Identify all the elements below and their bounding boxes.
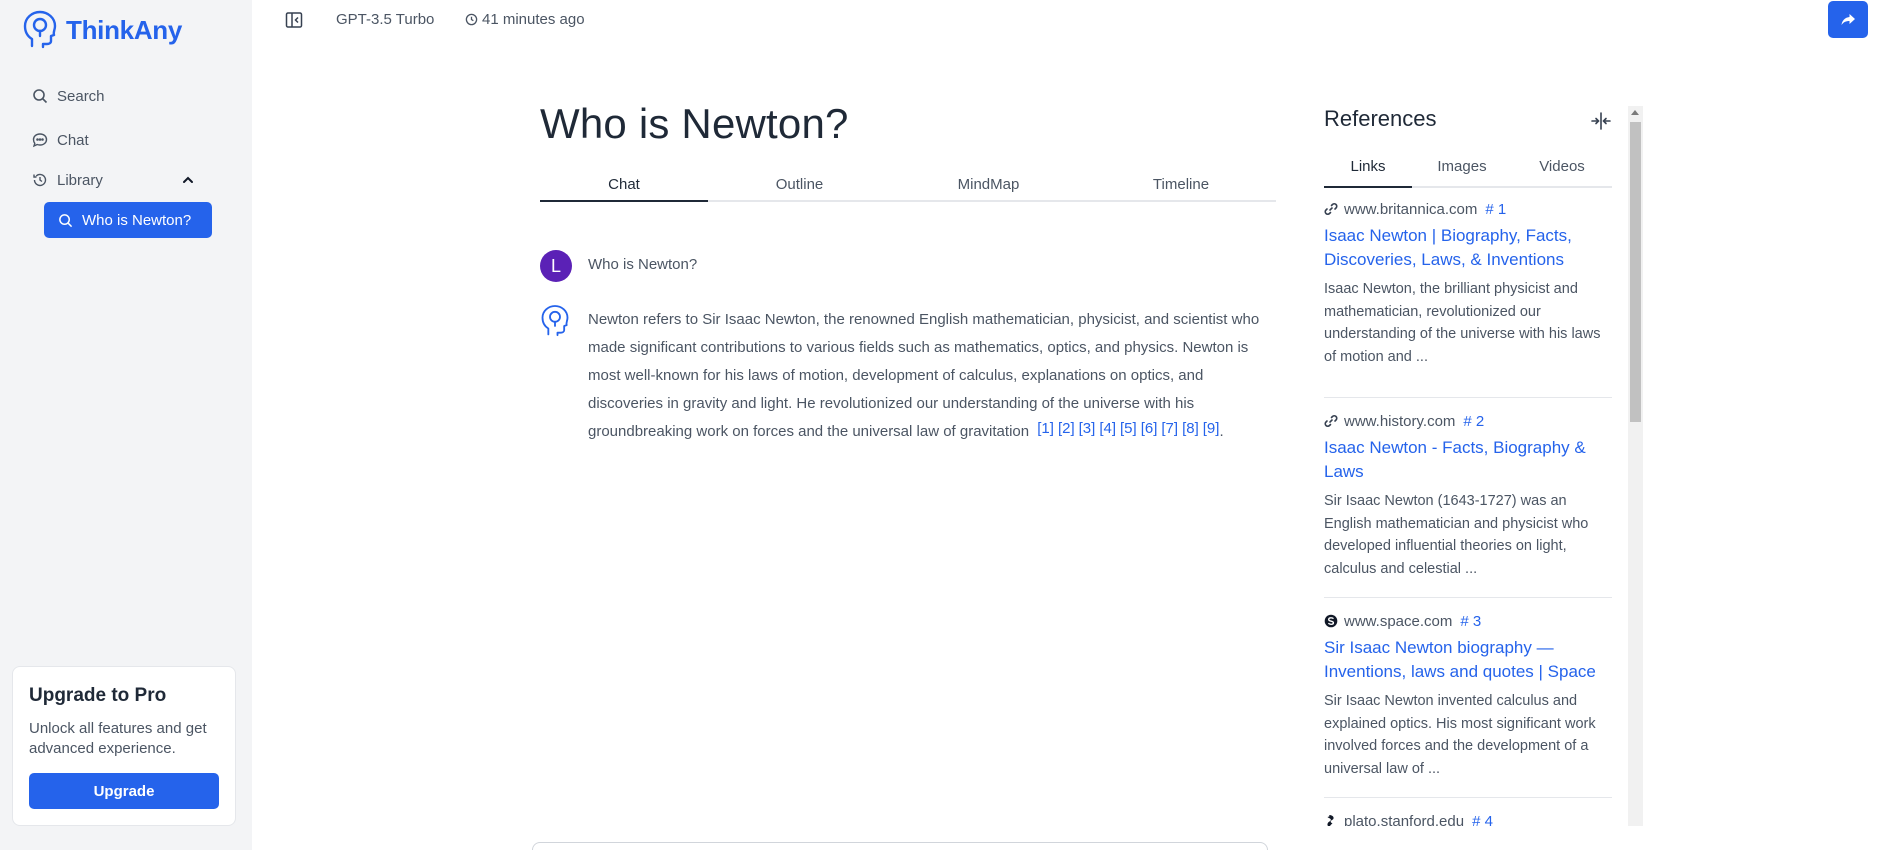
sidebar: ThinkAny Search Chat Library Who is Newt… <box>0 0 252 850</box>
sidebar-item-chat[interactable]: Chat <box>32 128 89 152</box>
citation-link[interactable]: [1] <box>1037 420 1054 437</box>
scrollbar-thumb[interactable] <box>1630 122 1641 422</box>
stanford-logo-icon <box>1327 815 1334 826</box>
upgrade-title: Upgrade to Pro <box>29 685 167 706</box>
citation-link[interactable]: [7] <box>1161 420 1178 437</box>
sidebar-item-search[interactable]: Search <box>32 84 105 108</box>
space-logo-icon <box>1324 614 1338 628</box>
citation-link[interactable]: [6] <box>1141 420 1158 437</box>
search-icon <box>33 89 48 104</box>
citation-link[interactable]: [2] <box>1058 420 1075 437</box>
reference-number: # 4 <box>1472 812 1493 827</box>
reference-source: www.space.com # 3 <box>1324 610 1612 632</box>
reference-domain: www.britannica.com <box>1344 200 1478 218</box>
tab-timeline[interactable]: Timeline <box>1086 174 1276 202</box>
answer-end: . <box>1219 423 1224 440</box>
library-item-label: Who is Newton? <box>82 211 192 229</box>
link-icon <box>1324 414 1338 428</box>
tab-mindmap[interactable]: MindMap <box>891 174 1086 202</box>
timestamp-text: 41 minutes ago <box>482 11 585 28</box>
tab-videos[interactable]: Videos <box>1512 156 1612 186</box>
history-icon <box>33 173 47 187</box>
tab-links[interactable]: Links <box>1324 156 1412 188</box>
reference-number: # 1 <box>1485 200 1507 218</box>
brain-head-logo-icon <box>23 10 57 49</box>
reference-item: www.space.com # 3 Sir Isaac Newton biogr… <box>1324 598 1612 798</box>
brand-name: ThinkAny <box>66 14 183 45</box>
clock-icon <box>465 13 478 26</box>
reference-number: # 3 <box>1460 612 1482 630</box>
share-button[interactable] <box>1828 1 1868 38</box>
citation-link[interactable]: [4] <box>1099 420 1116 437</box>
reference-source: www.britannica.com # 1 <box>1324 198 1612 220</box>
citation-link[interactable]: [3] <box>1079 420 1096 437</box>
library-item-active[interactable]: Who is Newton? <box>44 202 212 238</box>
sidebar-toggle-icon[interactable] <box>284 10 304 30</box>
chevron-up-icon[interactable] <box>181 173 195 187</box>
reference-item: www.britannica.com # 1 Isaac Newton | Bi… <box>1324 198 1612 398</box>
reference-item: www.history.com # 2 Isaac Newton - Facts… <box>1324 398 1612 598</box>
references-panel: References Links Images Videos www.brita… <box>1324 106 1644 826</box>
timestamp: 41 minutes ago <box>465 11 585 28</box>
sidebar-item-label: Search <box>57 87 105 105</box>
assistant-logo-icon <box>541 305 569 337</box>
page-title: Who is Newton? <box>540 100 849 147</box>
scroll-up-arrow-icon[interactable] <box>1631 110 1639 115</box>
reference-domain: www.history.com <box>1344 412 1456 430</box>
sidebar-item-library[interactable]: Library <box>32 168 204 192</box>
user-question: Who is Newton? <box>588 256 698 273</box>
answer-text: Newton refers to Sir Isaac Newton, the r… <box>588 311 1260 440</box>
upgrade-button[interactable]: Upgrade <box>29 773 219 809</box>
reference-snippet: Isaac Newton, the brilliant physicist an… <box>1324 281 1601 365</box>
reference-domain: www.space.com <box>1344 612 1453 630</box>
reference-source: plato.stanford.edu # 4 <box>1324 810 1612 826</box>
collapse-panel-icon[interactable] <box>1590 110 1612 132</box>
references-tabs: Links Images Videos <box>1324 156 1612 188</box>
reference-item: plato.stanford.edu # 4 <box>1324 798 1612 826</box>
reference-title-link[interactable]: Sir Isaac Newton biography — Inventions,… <box>1324 636 1612 684</box>
link-icon <box>1324 202 1338 216</box>
chat-bubble-icon <box>32 133 48 148</box>
reference-snippet: Sir Isaac Newton invented calculus and e… <box>1324 693 1596 777</box>
reference-source: www.history.com # 2 <box>1324 410 1612 432</box>
upgrade-card: Upgrade to Pro Unlock all features and g… <box>12 666 236 826</box>
upgrade-description: Unlock all features and get advanced exp… <box>29 720 207 757</box>
tab-images[interactable]: Images <box>1412 156 1512 186</box>
sidebar-item-label: Library <box>57 171 103 189</box>
citation-link[interactable]: [9] <box>1203 420 1220 437</box>
user-avatar: L <box>540 250 572 282</box>
assistant-answer: Newton refers to Sir Isaac Newton, the r… <box>588 306 1263 446</box>
main-tabs: Chat Outline MindMap Timeline <box>540 174 1276 202</box>
reference-title-link[interactable]: Isaac Newton - Facts, Biography & Laws <box>1324 436 1612 484</box>
reference-snippet: Sir Isaac Newton (1643-1727) was an Engl… <box>1324 493 1589 577</box>
reference-domain: plato.stanford.edu <box>1344 812 1465 827</box>
model-selector[interactable]: GPT-3.5 Turbo <box>336 11 434 28</box>
reference-number: # 2 <box>1463 412 1485 430</box>
citation-link[interactable]: [8] <box>1182 420 1199 437</box>
share-arrow-icon <box>1841 13 1855 25</box>
search-icon <box>59 213 73 227</box>
brand[interactable]: ThinkAny <box>22 10 182 50</box>
references-title: References <box>1324 106 1437 131</box>
followup-input[interactable] <box>532 842 1268 850</box>
tab-chat[interactable]: Chat <box>540 174 708 202</box>
reference-title-link[interactable]: Isaac Newton | Biography, Facts, Discove… <box>1324 224 1612 272</box>
tab-outline[interactable]: Outline <box>708 174 891 202</box>
sidebar-item-label: Chat <box>57 131 89 149</box>
citation-link[interactable]: [5] <box>1120 420 1137 437</box>
